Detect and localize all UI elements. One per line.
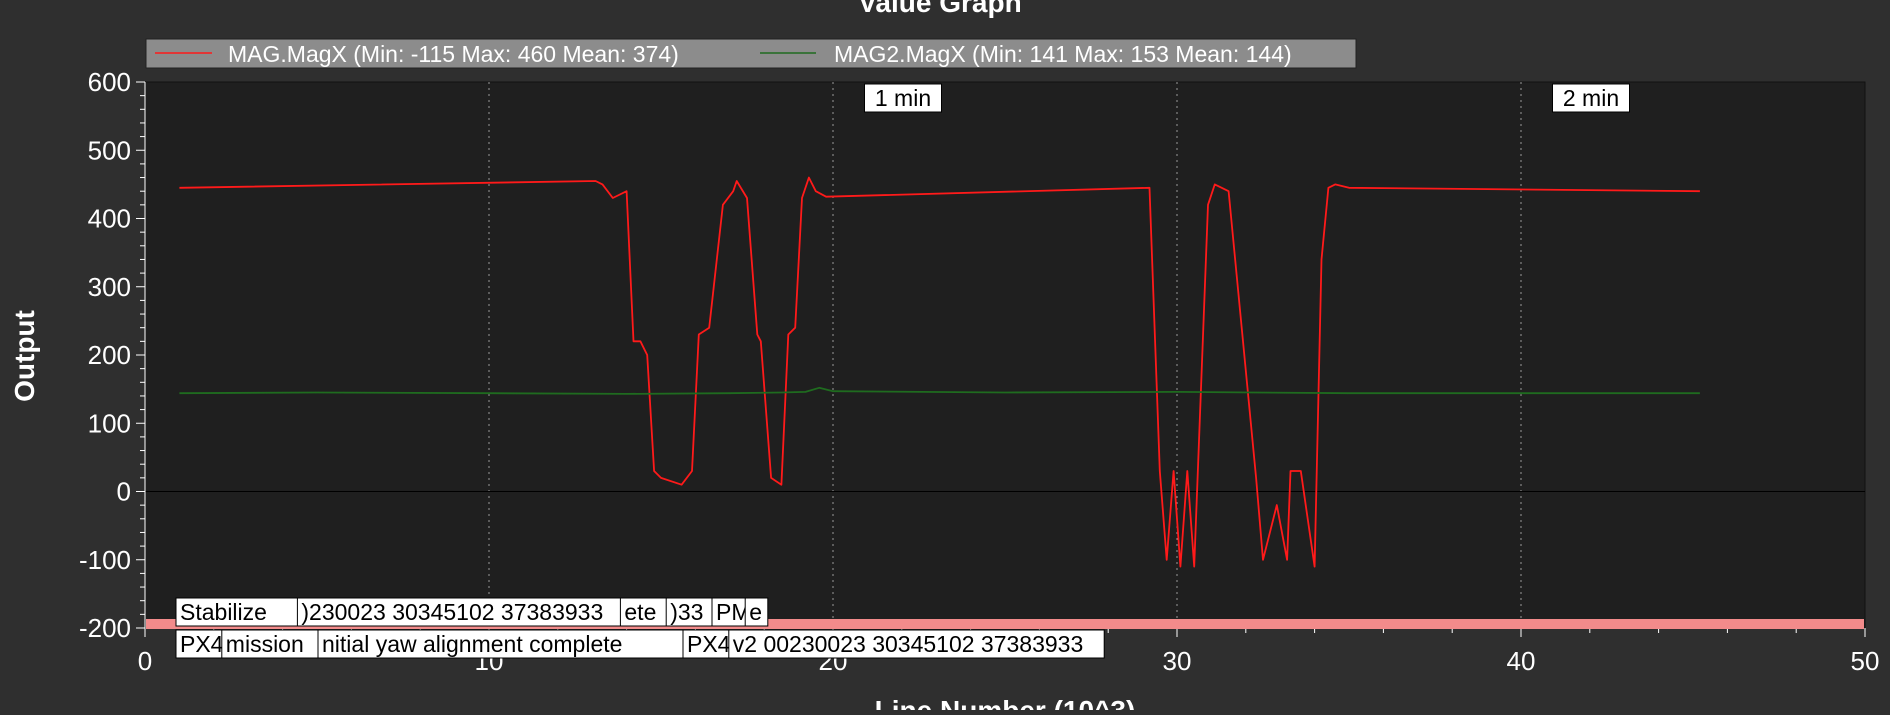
time-marker-label: 1 min [875,85,931,111]
message-row1-text: Stabilize [180,599,267,625]
y-tick-label: 500 [88,135,131,165]
y-axis: 600 500 400 300 200 100 0 -100 -200 [79,67,146,643]
legend[interactable]: MAG.MagX (Min: -115 Max: 460 Mean: 374) … [145,38,1357,69]
message-row2-left-text: PX4 [180,631,224,657]
y-tick-label: 400 [88,204,131,234]
message-row1-text: )230023 30345102 37383933 [301,599,603,625]
message-row2-left-text: mission [226,631,304,657]
x-axis-label: Line Number (10^3) [875,695,1136,710]
y-tick-label: 200 [88,340,131,370]
message-row1-text: ete [624,599,656,625]
legend-label-magx: MAG.MagX (Min: -115 Max: 460 Mean: 374) [228,41,679,67]
x-tick-label: 0 [138,646,152,676]
value-graph-chart[interactable]: Value Graph MAG.MagX (Min: -115 Max: 460… [0,0,1890,715]
plot-area[interactable] [144,81,1866,629]
x-tick-label: 30 [1163,646,1192,676]
y-axis-label: Output [9,310,40,402]
y-tick-label: -200 [79,613,131,643]
chart-title: Value Graph [858,0,1021,18]
message-row2-right-text: v2 00230023 30345102 37383933 [733,631,1083,657]
message-row2-left-text: nitial yaw alignment complete [322,631,622,657]
message-row1-text: )33 [670,599,703,625]
time-marker-label: 2 min [1563,85,1619,111]
y-tick-label: 100 [88,408,131,438]
message-row1-text: e [749,599,762,625]
x-tick-label: 40 [1507,646,1536,676]
value-graph-window: Value Graph MAG.MagX (Min: -115 Max: 460… [0,0,1890,715]
legend-label-mag2x: MAG2.MagX (Min: 141 Max: 153 Mean: 144) [834,41,1292,67]
y-tick-label: -100 [79,545,131,575]
y-tick-label: 0 [117,477,131,507]
y-tick-label: 600 [88,67,131,97]
x-tick-label: 50 [1851,646,1880,676]
y-tick-label: 300 [88,272,131,302]
message-row2-right-text: PX4 [687,631,731,657]
